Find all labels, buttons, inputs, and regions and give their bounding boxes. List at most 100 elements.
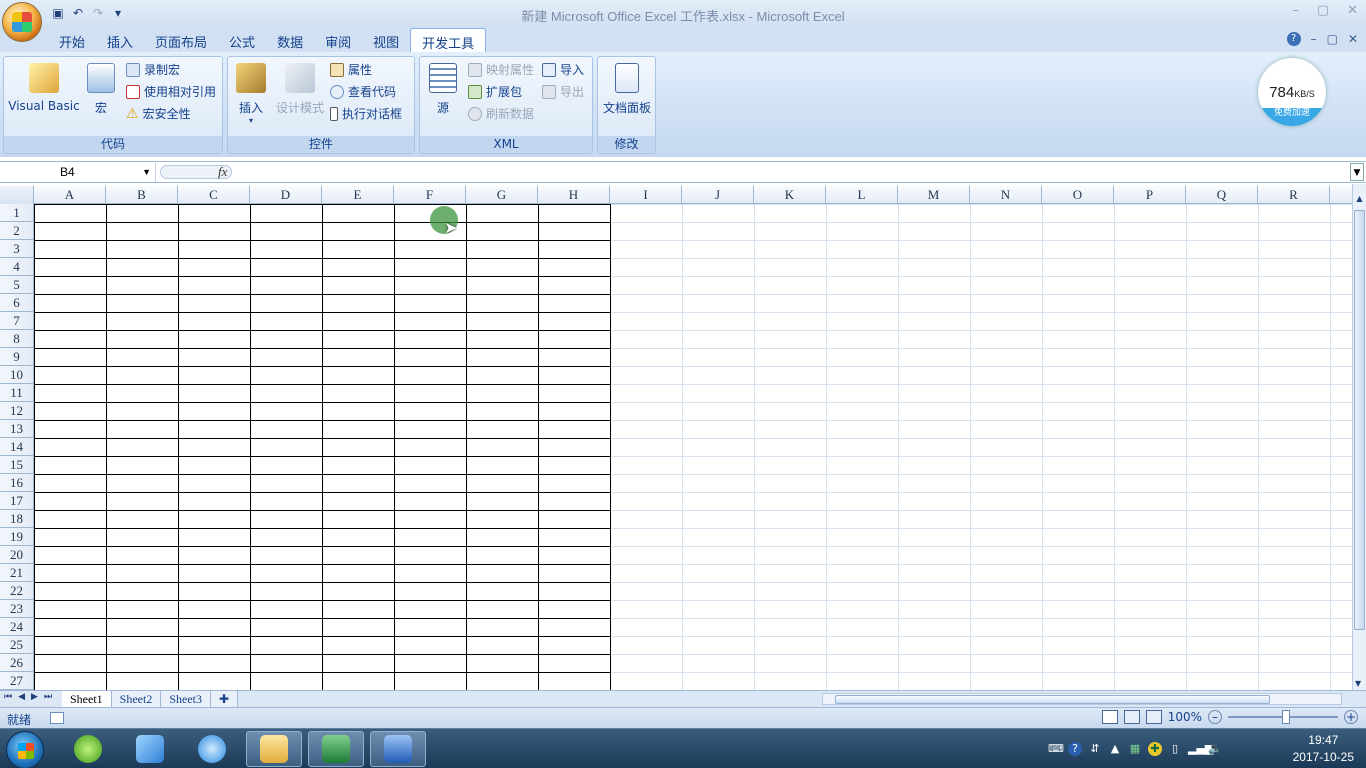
last-sheet-icon[interactable]: ⏭ <box>44 692 52 702</box>
tab-insert[interactable]: 插入 <box>96 28 144 52</box>
column-header-j[interactable]: J <box>682 186 754 204</box>
security-icon[interactable]: ✚ <box>1148 742 1162 756</box>
chevron-down-icon[interactable]: ▼ <box>142 163 151 182</box>
name-box[interactable]: B4 ▼ <box>2 163 156 182</box>
tab-page-layout[interactable]: 页面布局 <box>144 28 218 52</box>
scroll-down-arrow-icon[interactable]: ▼ <box>1355 679 1361 688</box>
column-header-d[interactable]: D <box>250 186 322 204</box>
keyboard-icon[interactable]: ⌨ <box>1048 742 1064 756</box>
design-mode-button[interactable]: 设计模式 <box>274 63 326 116</box>
column-header-p[interactable]: P <box>1114 186 1186 204</box>
help-tray-icon[interactable]: ? <box>1068 742 1082 756</box>
taskbar-cloud[interactable] <box>184 731 240 767</box>
taskbar-explorer[interactable] <box>246 731 302 767</box>
row-header-20[interactable]: 20 <box>0 546 34 564</box>
tab-review[interactable]: 审阅 <box>314 28 362 52</box>
taskbar-word[interactable] <box>370 731 426 767</box>
row-header-18[interactable]: 18 <box>0 510 34 528</box>
taskbar-clock[interactable]: 19:47 2017-10-25 <box>1293 732 1354 766</box>
macro-recording-icon[interactable] <box>50 712 64 724</box>
workbook-restore-button[interactable]: ▢ <box>1327 32 1338 46</box>
column-header-r[interactable]: R <box>1258 186 1330 204</box>
normal-view-icon[interactable] <box>1101 710 1118 724</box>
first-sheet-icon[interactable]: ⏮ <box>4 692 12 702</box>
row-header-13[interactable]: 13 <box>0 420 34 438</box>
sheet-tab-sheet2[interactable]: Sheet2 <box>111 691 162 707</box>
device-icon[interactable]: ▯ <box>1168 742 1182 756</box>
network-speed-widget[interactable]: 784KB/S 免费加速 <box>1258 58 1326 126</box>
help-icon[interactable]: ? <box>1286 32 1301 46</box>
tab-formulas[interactable]: 公式 <box>218 28 266 52</box>
properties-button[interactable]: 属性 <box>330 61 372 78</box>
scroll-up-arrow-icon[interactable]: ▲ <box>1353 194 1366 203</box>
taskbar-messenger[interactable] <box>122 731 178 767</box>
column-header-c[interactable]: C <box>178 186 250 204</box>
column-header-q[interactable]: Q <box>1186 186 1258 204</box>
column-header-g[interactable]: G <box>466 186 538 204</box>
expansion-packs-button[interactable]: 扩展包 <box>468 83 522 100</box>
column-header-h[interactable]: H <box>538 186 610 204</box>
column-header-o[interactable]: O <box>1042 186 1114 204</box>
zoom-slider[interactable] <box>1228 710 1338 724</box>
map-properties-button[interactable]: 映射属性 <box>468 61 534 78</box>
zoom-slider-knob[interactable] <box>1282 710 1290 724</box>
export-button[interactable]: 导出 <box>542 83 584 100</box>
column-header-f[interactable]: F <box>394 186 466 204</box>
page-layout-view-icon[interactable] <box>1123 710 1140 724</box>
row-header-15[interactable]: 15 <box>0 456 34 474</box>
record-macro-button[interactable]: 录制宏 <box>126 61 180 78</box>
column-header-a[interactable]: A <box>34 186 106 204</box>
macro-security-button[interactable]: ⚠ 宏安全性 <box>126 105 191 122</box>
row-header-5[interactable]: 5 <box>0 276 34 294</box>
zoom-in-button[interactable]: + <box>1344 710 1358 724</box>
row-header-25[interactable]: 25 <box>0 636 34 654</box>
view-code-button[interactable]: 查看代码 <box>330 83 396 100</box>
page-break-view-icon[interactable] <box>1145 710 1162 724</box>
document-panel-button[interactable]: 文档面板 <box>600 63 654 116</box>
column-header-n[interactable]: N <box>970 186 1042 204</box>
row-header-21[interactable]: 21 <box>0 564 34 582</box>
row-header-4[interactable]: 4 <box>0 258 34 276</box>
row-header-2[interactable]: 2 <box>0 222 34 240</box>
row-header-3[interactable]: 3 <box>0 240 34 258</box>
column-header-k[interactable]: K <box>754 186 826 204</box>
row-header-10[interactable]: 10 <box>0 366 34 384</box>
import-button[interactable]: 导入 <box>542 61 584 78</box>
row-header-26[interactable]: 26 <box>0 654 34 672</box>
xml-source-button[interactable]: 源 <box>428 63 458 116</box>
zoom-level[interactable]: 100% <box>1168 710 1202 724</box>
insert-function-icon[interactable]: fx <box>218 164 227 180</box>
expand-formula-bar-button[interactable]: ▼ <box>1350 163 1364 181</box>
start-button[interactable] <box>6 731 44 768</box>
sheet-tab-sheet1[interactable]: Sheet1 <box>62 691 112 707</box>
row-header-1[interactable]: 1 <box>0 204 34 222</box>
horizontal-scroll-thumb[interactable] <box>835 695 1270 704</box>
network-icon[interactable]: ▂▄▆ <box>1188 742 1213 756</box>
close-button[interactable]: ✕ <box>1347 3 1358 18</box>
tray-app-icon[interactable]: ▦ <box>1128 742 1142 756</box>
row-header-8[interactable]: 8 <box>0 330 34 348</box>
row-header-11[interactable]: 11 <box>0 384 34 402</box>
office-button[interactable] <box>2 2 42 42</box>
row-header-22[interactable]: 22 <box>0 582 34 600</box>
insert-control-button[interactable]: 插入 ▾ <box>234 63 268 125</box>
row-header-6[interactable]: 6 <box>0 294 34 312</box>
row-header-9[interactable]: 9 <box>0 348 34 366</box>
row-header-14[interactable]: 14 <box>0 438 34 456</box>
select-all-button[interactable] <box>0 186 34 204</box>
worksheet-grid[interactable]: ABCDEFGHIJKLMNOPQR 1 2 3 4 5 6 7 8 9 10 11 12 13 14 15… <box>0 186 1352 690</box>
show-hidden-icons[interactable]: ▲ <box>1108 742 1122 756</box>
row-header-12[interactable]: 12 <box>0 402 34 420</box>
taskbar-excel[interactable] <box>308 731 364 767</box>
column-header-m[interactable]: M <box>898 186 970 204</box>
tab-view[interactable]: 视图 <box>362 28 410 52</box>
horizontal-scrollbar[interactable] <box>822 693 1342 705</box>
row-header-16[interactable]: 16 <box>0 474 34 492</box>
prev-sheet-icon[interactable]: ◀ <box>18 692 25 702</box>
sheet-tab-sheet3[interactable]: Sheet3 <box>161 691 212 707</box>
visual-basic-button[interactable]: Visual Basic <box>8 63 80 113</box>
tab-developer[interactable]: 开发工具 <box>410 28 487 52</box>
column-header-i[interactable]: I <box>610 186 682 204</box>
maximize-button[interactable]: ▢ <box>1317 3 1329 18</box>
row-header-7[interactable]: 7 <box>0 312 34 330</box>
